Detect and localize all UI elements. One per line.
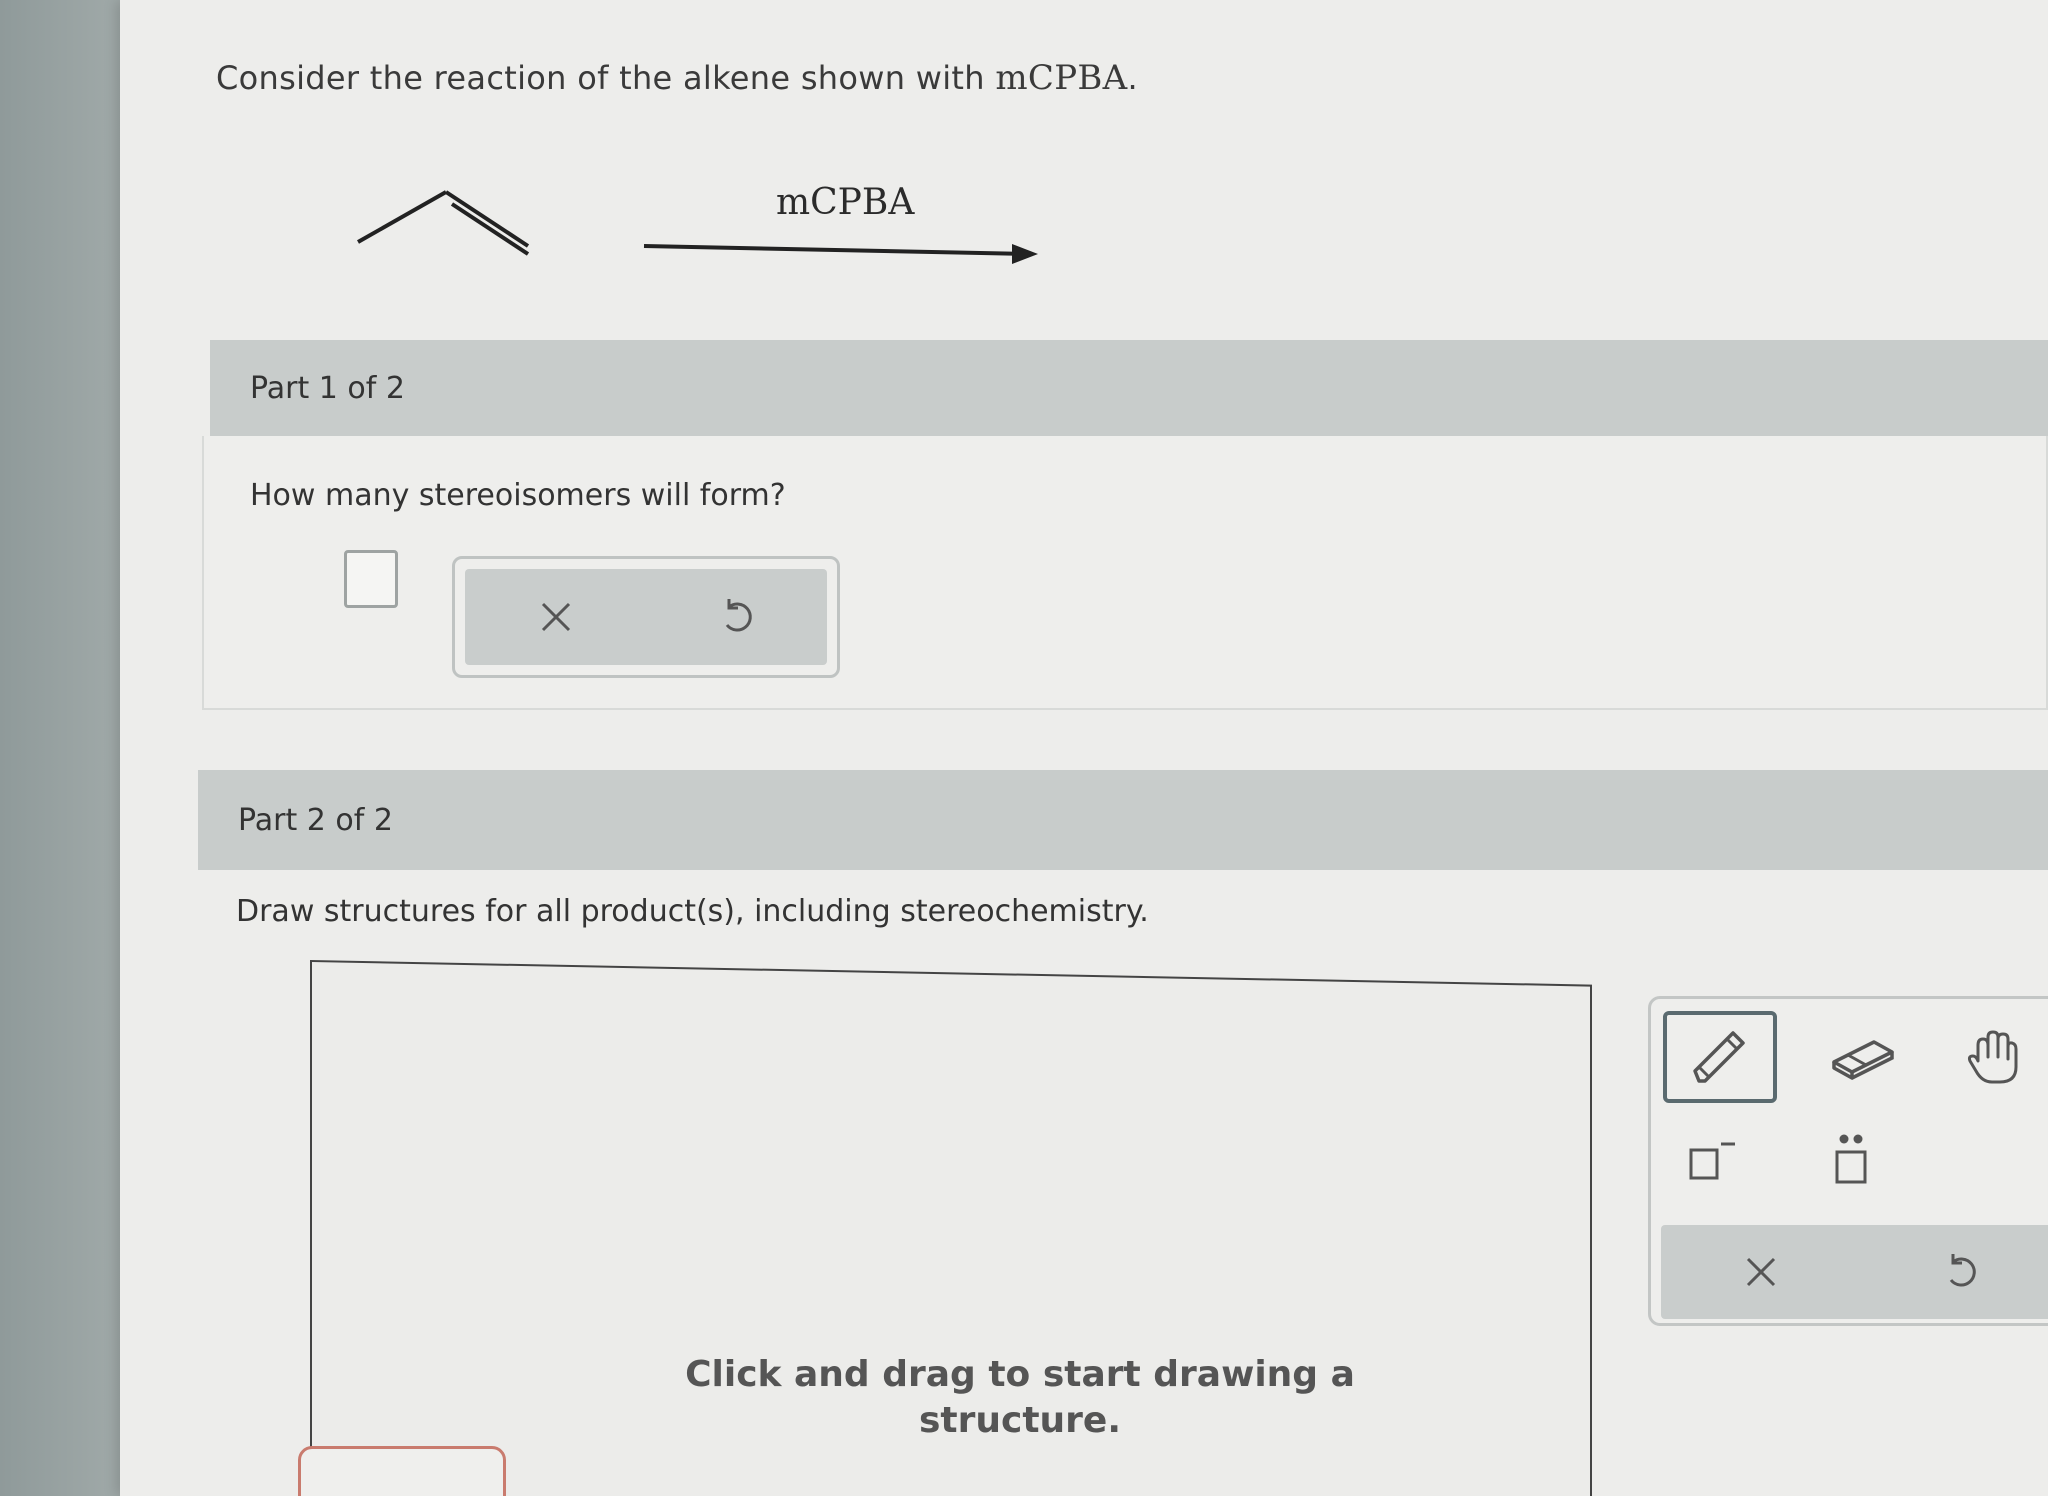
part2-prompt: Draw structures for all product(s), incl…	[236, 894, 1149, 929]
canvas-hint: Click and drag to start drawing a struct…	[620, 1352, 1420, 1444]
drawing-actions-bar	[1661, 1225, 2048, 1319]
clear-drawing-button[interactable]	[1721, 1232, 1801, 1312]
hand-icon	[1967, 1030, 2018, 1084]
reaction-scheme	[357, 190, 1038, 264]
reaction-arrow	[643, 244, 1038, 264]
bottom-tab-button[interactable]	[298, 1446, 506, 1496]
part1-header: Part 1 of 2	[210, 340, 2048, 436]
lone-pair-tool-button[interactable]	[1811, 1125, 1891, 1195]
undo-icon	[725, 599, 752, 632]
eraser-tool-button[interactable]	[1813, 1017, 1913, 1097]
part1-tools-bar	[465, 569, 827, 665]
clear-answer-button[interactable]	[516, 577, 596, 657]
part1-prompt: How many stereoisomers will form?	[250, 478, 786, 513]
alkene-structure	[357, 190, 530, 256]
part2-header: Part 2 of 2	[198, 770, 2048, 870]
part1-answer-tools	[452, 556, 840, 678]
close-icon	[541, 602, 570, 632]
charge-tool-button[interactable]	[1671, 1125, 1751, 1195]
screen-left-gutter	[0, 0, 140, 1496]
drawing-tools-row	[1663, 1011, 2048, 1107]
page: Consider the reaction of the alkene show…	[120, 0, 2048, 1496]
eraser-icon	[1832, 1040, 1894, 1080]
charge-icon	[1689, 1142, 1735, 1180]
reagent-label: mCPBA	[776, 182, 915, 223]
pencil-tool-button[interactable]	[1663, 1011, 1777, 1103]
part1-title: Part 1 of 2	[250, 370, 405, 406]
lone-pair-icon	[1835, 1134, 1867, 1184]
canvas-hint-line2: structure.	[918, 1400, 1122, 1441]
part2-title: Part 2 of 2	[238, 802, 393, 838]
drawing-toolbar	[1648, 996, 2048, 1326]
pan-tool-button[interactable]	[1943, 1017, 2043, 1097]
undo-answer-button[interactable]	[697, 577, 777, 657]
stereoisomer-count-input[interactable]	[344, 550, 398, 608]
canvas-hint-line1: Click and drag to start drawing a	[685, 1354, 1355, 1395]
pencil-icon	[1693, 1031, 1745, 1083]
undo-drawing-button[interactable]	[1921, 1232, 2001, 1312]
undo-icon	[1949, 1254, 1976, 1287]
close-icon	[1746, 1257, 1776, 1287]
